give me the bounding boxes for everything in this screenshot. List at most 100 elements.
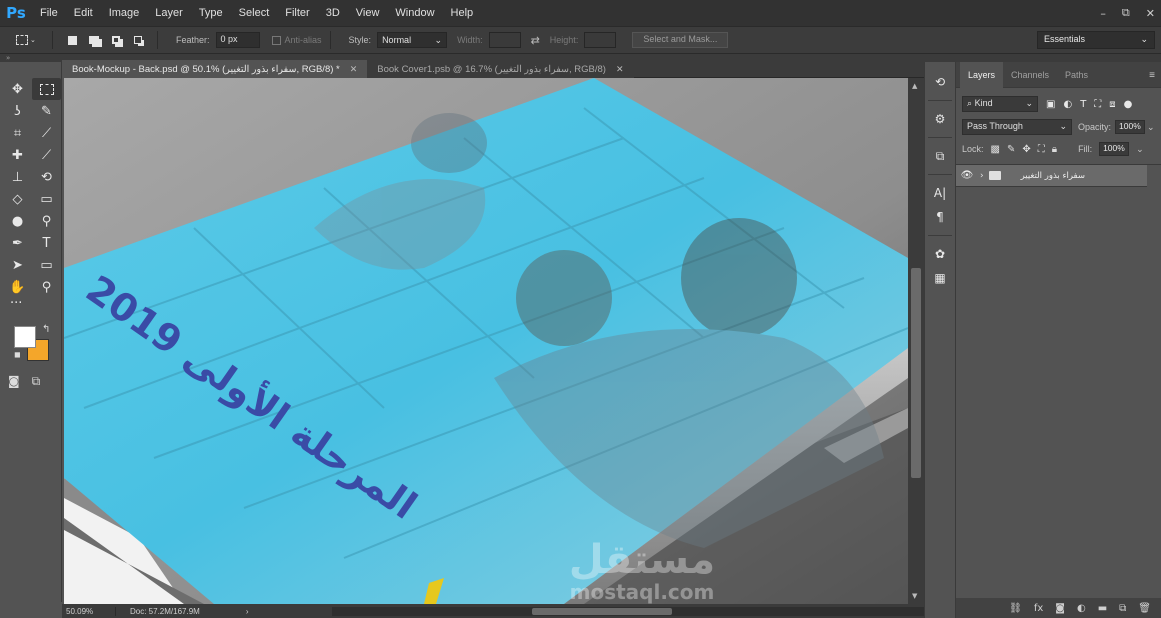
new-layer-icon[interactable]: ⧉ (1119, 603, 1126, 614)
clone-stamp-tool-icon[interactable]: ⊥ (3, 166, 32, 188)
screen-mode-icon[interactable]: ⧉ (32, 374, 41, 389)
scroll-up-arrow-icon[interactable]: ▲ (912, 82, 917, 90)
tab-layers[interactable]: Layers (960, 61, 1004, 88)
horizontal-scrollbar[interactable] (332, 607, 962, 616)
more-tools-icon[interactable]: ··· (0, 297, 61, 316)
eyedropper-tool-icon[interactable]: ⟋ (32, 122, 61, 144)
scroll-down-arrow-icon[interactable]: ▼ (912, 592, 917, 600)
document-tab-book-mockup[interactable]: Book-Mockup - Back.psd @ 50.1% (سفراء بذ… (62, 60, 368, 78)
hand-tool-icon[interactable]: ✋ (3, 276, 32, 298)
menu-help[interactable]: Help (443, 7, 482, 19)
filter-kind-select[interactable]: ⌕ Kind ⌄ (962, 96, 1038, 112)
lasso-tool-icon[interactable]: ʖ (3, 100, 32, 122)
history-brush-tool-icon[interactable]: ⟲ (32, 166, 61, 188)
menu-image[interactable]: Image (101, 7, 148, 19)
dock-collapse-handle[interactable] (924, 54, 956, 62)
menu-window[interactable]: Window (387, 7, 442, 19)
filter-shape-icon[interactable]: ⛶ (1094, 99, 1101, 110)
layer-name[interactable]: سفراء بذور التغيير (1021, 171, 1085, 181)
filter-adjustment-icon[interactable]: ◐ (1063, 99, 1072, 110)
lock-pixels-icon[interactable]: ✎ (1007, 144, 1015, 155)
menu-select[interactable]: Select (231, 7, 278, 19)
minimize-button[interactable]: – (1100, 7, 1106, 20)
new-selection-icon[interactable] (65, 33, 79, 47)
status-menu-arrow-icon[interactable]: › (246, 607, 249, 616)
document-canvas[interactable]: المرحلة الأولى 2019 مستقل mostaql.com (64, 78, 908, 604)
dodge-tool-icon[interactable]: ⚲ (32, 210, 61, 232)
crop-tool-icon[interactable]: ⌗ (3, 122, 32, 144)
tab-channels[interactable]: Channels (1003, 62, 1057, 88)
subtract-from-selection-icon[interactable] (109, 33, 123, 47)
filter-type-icon[interactable]: T (1080, 99, 1086, 110)
lock-artboard-icon[interactable]: ⛶ (1038, 144, 1045, 155)
blur-tool-icon[interactable]: ● (3, 210, 32, 232)
close-tab-icon[interactable]: ✕ (350, 64, 358, 75)
close-tab-icon[interactable]: ✕ (616, 64, 624, 75)
menu-layer[interactable]: Layer (147, 7, 191, 19)
character-panel-icon[interactable]: A| (925, 181, 955, 205)
chevron-right-icon[interactable]: › (980, 171, 984, 181)
menu-type[interactable]: Type (191, 7, 231, 19)
type-tool-icon[interactable]: T (32, 232, 61, 254)
brush-tool-icon[interactable]: ⟋ (32, 144, 61, 166)
rectangle-tool-icon[interactable]: ▭ (32, 254, 61, 276)
close-button[interactable]: ✕ (1146, 7, 1155, 20)
workspace-select[interactable]: Essentials ⌄ (1037, 31, 1155, 49)
eraser-tool-icon[interactable]: ◇ (3, 188, 32, 210)
add-mask-icon[interactable]: ◙ (1055, 603, 1065, 614)
antialias-checkbox[interactable] (271, 35, 281, 45)
width-input[interactable] (488, 32, 521, 48)
path-selection-tool-icon[interactable]: ➤ (3, 254, 32, 276)
default-colors-icon[interactable]: ◼ (14, 350, 21, 359)
visibility-eye-icon[interactable]: 👁︎ (956, 170, 978, 181)
move-tool-icon[interactable]: ✥ (3, 78, 32, 100)
fill-field[interactable]: 100% (1099, 142, 1130, 156)
antialias-control[interactable]: Anti-alias (271, 35, 322, 45)
chevron-down-icon[interactable]: ⌄ (1136, 144, 1144, 155)
lock-position-icon[interactable]: ✥ (1022, 144, 1030, 155)
adjustments-panel-icon[interactable]: ⧉ (925, 144, 955, 168)
lock-all-icon[interactable]: 🔒︎ (1052, 144, 1057, 155)
new-group-icon[interactable]: ▬ (1098, 603, 1107, 614)
style-select[interactable]: Normal ⌄ (377, 32, 448, 48)
swap-colors-icon[interactable]: ↰ (42, 324, 50, 335)
gradient-tool-icon[interactable]: ▭ (32, 188, 61, 210)
height-input[interactable] (584, 32, 617, 48)
select-and-mask-button[interactable]: Select and Mask... (632, 32, 729, 48)
foreground-color-swatch[interactable] (14, 326, 36, 348)
document-tab-book-cover[interactable]: Book Cover1.psb @ 16.7% (سفراء بذور التغ… (367, 60, 634, 78)
scrollbar-thumb[interactable] (532, 608, 672, 615)
filter-toggle-icon[interactable]: ● (1124, 99, 1133, 110)
swap-dimensions-icon[interactable]: ⇄ (531, 34, 540, 47)
quick-selection-tool-icon[interactable]: ✎ (32, 100, 61, 122)
opacity-field[interactable]: 100% (1115, 120, 1146, 134)
intersect-selection-icon[interactable] (131, 33, 145, 47)
menu-edit[interactable]: Edit (66, 7, 101, 19)
pen-tool-icon[interactable]: ✒ (3, 232, 32, 254)
zoom-tool-icon[interactable]: ⚲ (32, 276, 61, 298)
lock-transparent-icon[interactable]: ▩ (991, 144, 1000, 155)
trash-icon[interactable]: 🗑︎ (1138, 603, 1151, 614)
vertical-scrollbar[interactable]: ▲ ▼ (908, 78, 924, 604)
fx-icon[interactable]: fx (1034, 603, 1043, 614)
tools-collapse-handle[interactable]: » (0, 54, 62, 62)
tab-paths[interactable]: Paths (1057, 62, 1096, 88)
grid-panel-icon[interactable]: ▦ (925, 266, 955, 290)
marquee-tool-icon[interactable] (32, 78, 61, 100)
layer-row[interactable]: 👁︎ › سفراء بذور التغيير (956, 165, 1147, 187)
swatches-panel-icon[interactable]: ✿ (925, 242, 955, 266)
feather-input[interactable]: 0 px (215, 32, 260, 48)
menu-3d[interactable]: 3D (318, 7, 348, 19)
tool-preset-picker[interactable]: ⌄ (16, 30, 44, 50)
zoom-level-field[interactable]: 50.09% (62, 606, 116, 616)
paragraph-panel-icon[interactable]: ¶ (925, 205, 955, 229)
panel-menu-icon[interactable]: ≡ (1149, 70, 1155, 81)
link-layers-icon[interactable]: ⛓ (1009, 603, 1022, 614)
menu-filter[interactable]: Filter (277, 7, 317, 19)
filter-smart-object-icon[interactable]: ⧈ (1109, 99, 1115, 110)
filter-pixel-icon[interactable]: ▣ (1046, 99, 1055, 110)
properties-panel-icon[interactable]: ⚙ (925, 107, 955, 131)
quick-mask-icon[interactable]: ◙ (8, 374, 20, 389)
menu-file[interactable]: File (32, 7, 66, 19)
scrollbar-thumb[interactable] (911, 268, 921, 478)
